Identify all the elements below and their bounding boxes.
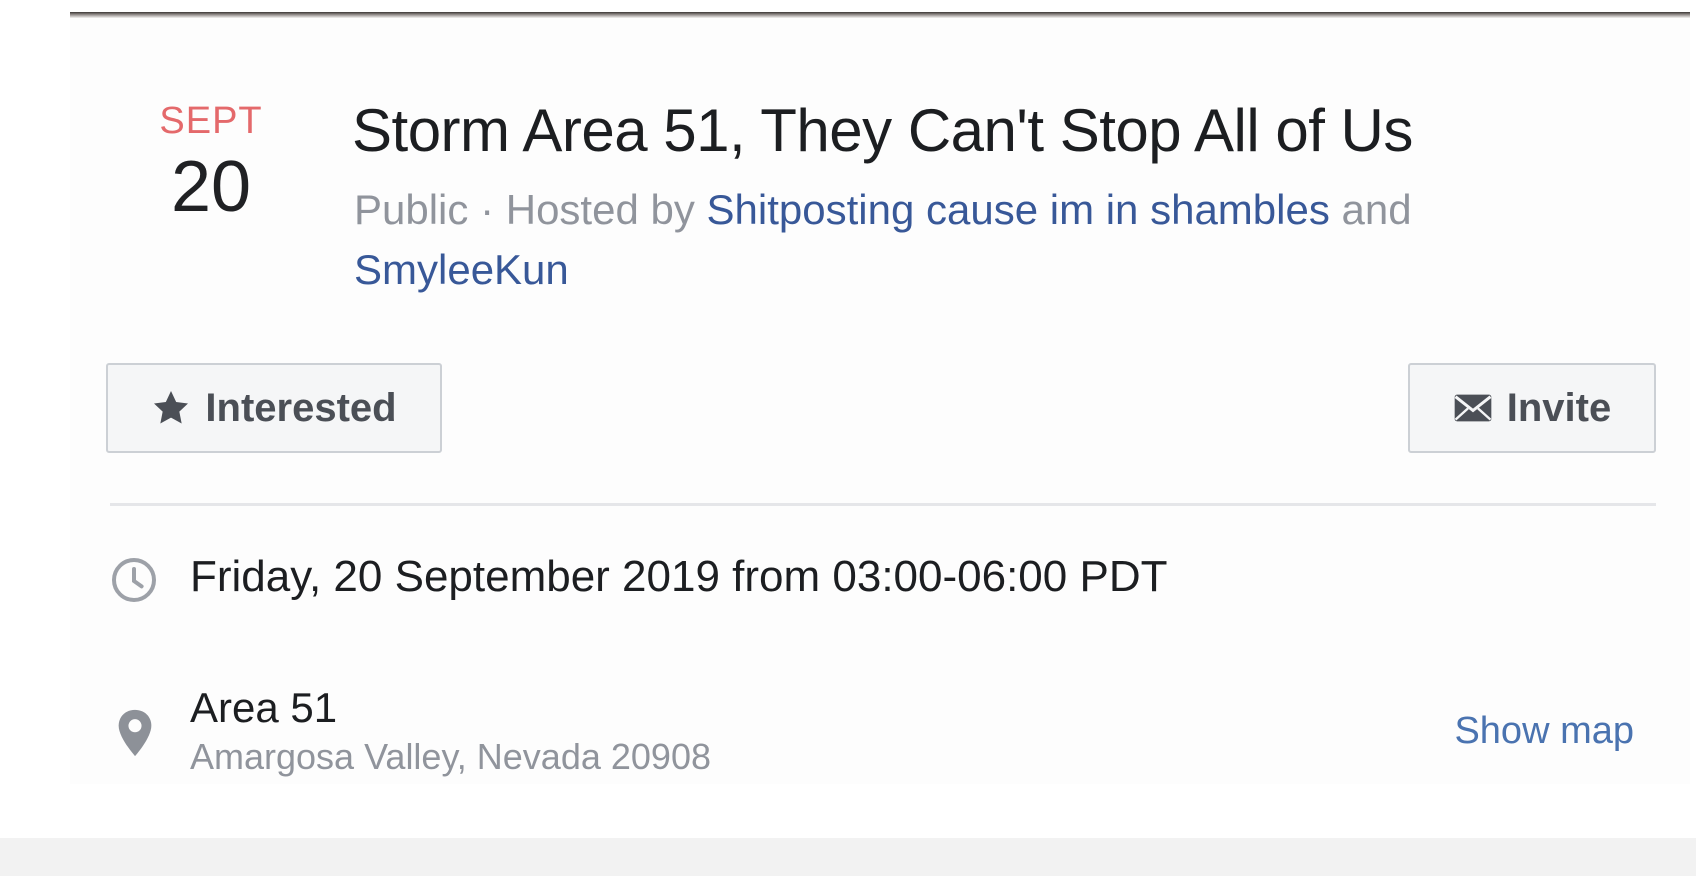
interested-button[interactable]: Interested	[106, 363, 442, 453]
location-name[interactable]: Area 51	[190, 684, 337, 732]
location-address: Amargosa Valley, Nevada 20908	[190, 736, 711, 777]
event-day: 20	[170, 147, 252, 227]
host-link-2[interactable]: SmyleeKun	[354, 246, 569, 293]
star-icon	[154, 391, 189, 424]
event-month: SEPT	[159, 100, 263, 142]
meta-separator: ·	[468, 186, 506, 233]
show-map-link[interactable]: Show map	[1454, 710, 1634, 753]
bottom-band	[0, 838, 1696, 876]
event-screenshot: SEPT 20 Storm Area 51, They Can't Stop A…	[0, 0, 1696, 876]
section-divider	[110, 503, 1656, 506]
event-title: Storm Area 51, They Can't Stop All of Us	[352, 97, 1413, 164]
event-privacy: Public	[354, 186, 469, 233]
event-date: SEPT 20	[146, 100, 276, 227]
envelope-icon	[1454, 394, 1492, 422]
event-time: Friday, 20 September 2019 from 03:00-06:…	[190, 552, 1168, 601]
interested-label: Interested	[205, 385, 397, 430]
event-meta: Public · Hosted by Shitposting cause im …	[354, 180, 1634, 300]
map-pin-icon	[118, 709, 152, 757]
invite-button[interactable]: Invite	[1408, 363, 1656, 453]
hosts-joiner: and	[1329, 186, 1412, 233]
host-link-1[interactable]: Shitposting cause im in shambles	[707, 186, 1330, 233]
invite-label: Invite	[1506, 385, 1612, 430]
hosted-by-prefix: Hosted by	[505, 186, 707, 233]
clock-icon	[112, 558, 156, 602]
